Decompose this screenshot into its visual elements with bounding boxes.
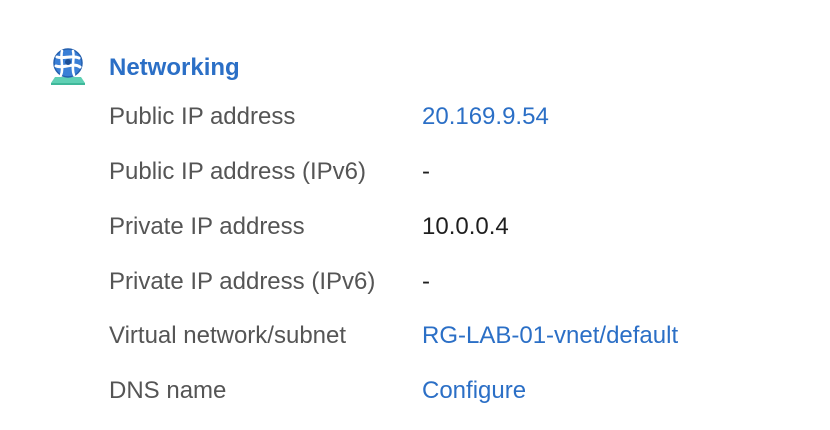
section-title: Networking: [109, 54, 240, 81]
networking-section-header: [48, 46, 88, 90]
private-ip-value: 10.0.0.4: [422, 213, 509, 240]
property-row-dns-name: DNS name Configure: [109, 373, 809, 409]
property-label: Virtual network/subnet: [109, 322, 347, 349]
public-ipv6-value: -: [422, 158, 430, 185]
private-ipv6-value: -: [422, 268, 430, 295]
networking-globe-icon: [51, 48, 85, 85]
property-row-private-ipv6: Private IP address (IPv6) -: [109, 264, 809, 300]
vnet-subnet-link[interactable]: RG-LAB-01-vnet/default: [422, 318, 678, 354]
property-label: Private IP address: [109, 213, 305, 240]
property-label: Public IP address: [109, 103, 296, 130]
public-ip-link[interactable]: 20.169.9.54: [422, 99, 549, 135]
property-label: Public IP address (IPv6): [109, 158, 367, 185]
property-label: DNS name: [109, 377, 227, 404]
property-row-public-ip: Public IP address 20.169.9.54: [109, 99, 809, 135]
property-row-vnet-subnet: Virtual network/subnet RG-LAB-01-vnet/de…: [109, 318, 809, 354]
property-row-public-ipv6: Public IP address (IPv6) -: [109, 154, 809, 190]
property-label: Private IP address (IPv6): [109, 268, 376, 295]
dns-configure-link[interactable]: Configure: [422, 373, 526, 409]
property-row-private-ip: Private IP address 10.0.0.4: [109, 209, 809, 245]
